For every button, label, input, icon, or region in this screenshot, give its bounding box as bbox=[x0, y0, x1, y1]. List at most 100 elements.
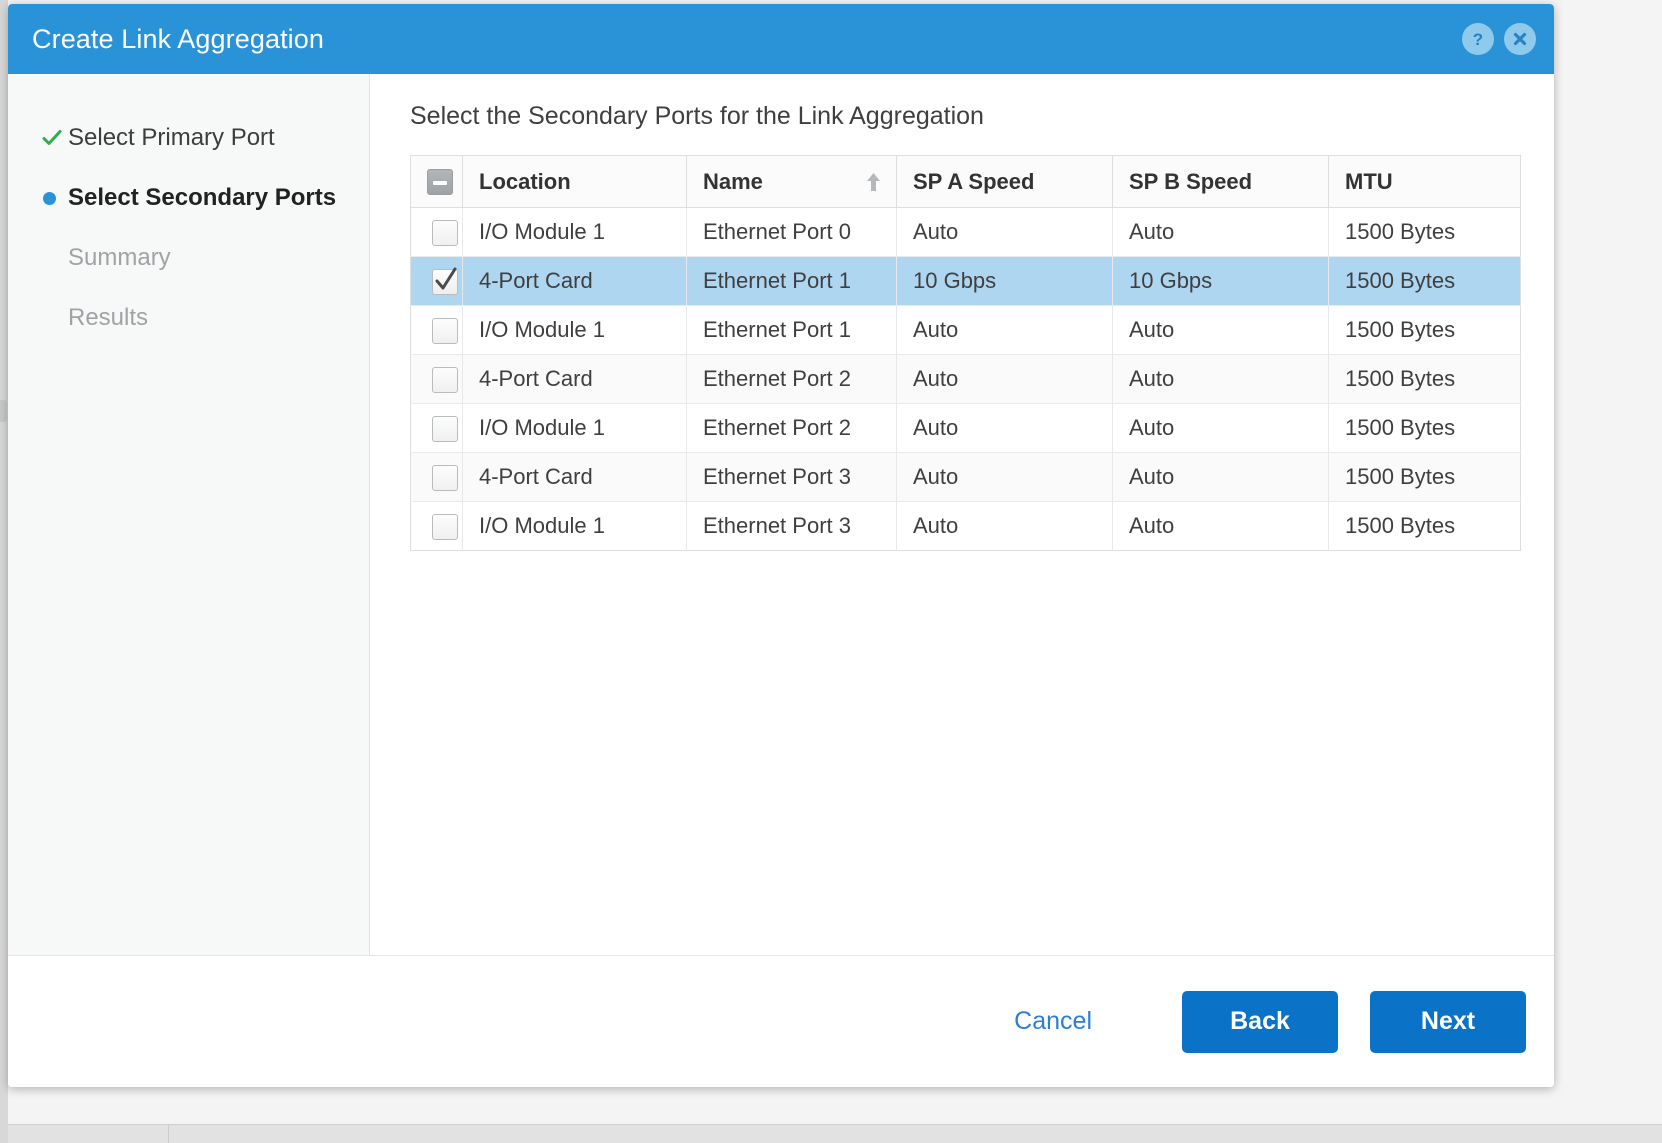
sidebar-step-select-secondary-ports[interactable]: Select Secondary Ports bbox=[8, 168, 369, 228]
column-header-name[interactable]: Name bbox=[686, 155, 897, 209]
cell-sp-a-speed: Auto bbox=[896, 403, 1113, 454]
cell-location: I/O Module 1 bbox=[462, 207, 687, 258]
column-header-location[interactable]: Location bbox=[462, 155, 687, 209]
cell-sp-b-speed: Auto bbox=[1112, 354, 1329, 405]
row-select-cell[interactable] bbox=[410, 305, 463, 356]
cell-sp-a-speed: Auto bbox=[896, 452, 1113, 503]
row-checkbox[interactable] bbox=[431, 366, 458, 393]
select-all-checkbox[interactable] bbox=[427, 169, 453, 196]
wizard-step-sidebar: Select Primary Port Select Secondary Por… bbox=[8, 74, 370, 955]
cell-name: Ethernet Port 2 bbox=[686, 403, 897, 454]
row-checkbox[interactable] bbox=[431, 317, 458, 344]
cell-sp-a-speed: Auto bbox=[896, 501, 1113, 551]
cell-sp-b-speed: Auto bbox=[1112, 501, 1329, 551]
create-link-aggregation-dialog: Create Link Aggregation ? Select Primary… bbox=[8, 4, 1554, 1087]
cell-mtu: 1500 Bytes bbox=[1328, 256, 1521, 307]
row-select-cell[interactable] bbox=[410, 256, 463, 307]
row-select-cell[interactable] bbox=[410, 354, 463, 405]
check-icon bbox=[42, 108, 68, 168]
column-header-sp-a-speed[interactable]: SP A Speed bbox=[896, 155, 1113, 209]
sidebar-step-label: Summary bbox=[68, 244, 171, 271]
table-row[interactable]: I/O Module 1 Ethernet Port 1 Auto Auto 1500 … bbox=[410, 305, 1521, 356]
row-select-cell[interactable] bbox=[410, 207, 463, 258]
dialog-content: Select the Secondary Ports for the Link … bbox=[370, 74, 1554, 955]
table-row[interactable]: 4-Port Card Ethernet Port 1 10 Gbps 10 Gbps… bbox=[410, 256, 1521, 307]
cell-name: Ethernet Port 0 bbox=[686, 207, 897, 258]
dialog-footer: Cancel Back Next bbox=[8, 955, 1554, 1087]
cell-location: I/O Module 1 bbox=[462, 305, 687, 356]
dot-icon bbox=[42, 168, 68, 228]
cell-mtu: 1500 Bytes bbox=[1328, 452, 1521, 503]
sidebar-step-results[interactable]: Results bbox=[8, 288, 369, 348]
cell-mtu: 1500 Bytes bbox=[1328, 403, 1521, 454]
sort-ascending-icon bbox=[867, 172, 880, 191]
column-header-sp-b-speed[interactable]: SP B Speed bbox=[1112, 155, 1329, 209]
background-divider bbox=[168, 1125, 169, 1143]
dialog-body: Select Primary Port Select Secondary Por… bbox=[8, 74, 1554, 955]
row-checkbox[interactable] bbox=[431, 219, 458, 246]
content-heading: Select the Secondary Ports for the Link … bbox=[410, 102, 984, 130]
sidebar-step-label: Results bbox=[68, 304, 149, 331]
cell-location: I/O Module 1 bbox=[462, 501, 687, 551]
cell-location: 4-Port Card bbox=[462, 452, 687, 503]
table-row[interactable]: 4-Port Card Ethernet Port 2 Auto Auto 1500 B… bbox=[410, 354, 1521, 405]
secondary-ports-table: Location Name SP A Speed SP B Speed MTU … bbox=[410, 155, 1521, 552]
cell-sp-a-speed: Auto bbox=[896, 207, 1113, 258]
next-button[interactable]: Next bbox=[1370, 990, 1526, 1053]
table-row[interactable]: I/O Module 1 Ethernet Port 3 Auto Auto 1500 … bbox=[410, 501, 1521, 551]
cell-sp-b-speed: Auto bbox=[1112, 452, 1329, 503]
cell-sp-b-speed: 10 Gbps bbox=[1112, 256, 1329, 307]
dialog-title: Create Link Aggregation bbox=[32, 23, 324, 54]
select-all-header[interactable] bbox=[410, 155, 463, 209]
column-header-label: Name bbox=[703, 168, 763, 194]
column-header-label: MTU bbox=[1345, 168, 1393, 194]
cell-mtu: 1500 Bytes bbox=[1328, 354, 1521, 405]
row-select-cell[interactable] bbox=[410, 403, 463, 454]
cell-name: Ethernet Port 3 bbox=[686, 452, 897, 503]
background-left-strip bbox=[0, 0, 8, 1143]
help-icon[interactable]: ? bbox=[1462, 23, 1494, 55]
sidebar-step-label: Select Primary Port bbox=[68, 124, 275, 151]
dialog-title-bar: Create Link Aggregation ? bbox=[8, 4, 1554, 74]
cell-name: Ethernet Port 2 bbox=[686, 354, 897, 405]
sidebar-step-select-primary-port[interactable]: Select Primary Port bbox=[8, 108, 369, 168]
close-icon[interactable] bbox=[1504, 23, 1536, 55]
cell-sp-b-speed: Auto bbox=[1112, 207, 1329, 258]
cell-mtu: 1500 Bytes bbox=[1328, 207, 1521, 258]
cell-name: Ethernet Port 3 bbox=[686, 501, 897, 551]
cell-sp-a-speed: 10 Gbps bbox=[896, 256, 1113, 307]
row-select-cell[interactable] bbox=[410, 501, 463, 551]
step-marker-empty bbox=[42, 228, 68, 288]
row-checkbox[interactable] bbox=[431, 464, 458, 491]
column-header-label: SP A Speed bbox=[913, 168, 1035, 194]
svg-text:?: ? bbox=[1473, 30, 1483, 49]
cell-name: Ethernet Port 1 bbox=[686, 256, 897, 307]
background-left-handle bbox=[0, 400, 7, 422]
cell-sp-b-speed: Auto bbox=[1112, 403, 1329, 454]
column-header-mtu[interactable]: MTU bbox=[1328, 155, 1521, 209]
row-checkbox[interactable] bbox=[431, 267, 458, 295]
cell-sp-a-speed: Auto bbox=[896, 305, 1113, 356]
row-checkbox[interactable] bbox=[431, 415, 458, 442]
table-row[interactable]: I/O Module 1 Ethernet Port 2 Auto Auto 1500 … bbox=[410, 403, 1521, 454]
cell-location: 4-Port Card bbox=[462, 256, 687, 307]
cell-sp-a-speed: Auto bbox=[896, 354, 1113, 405]
table-row[interactable]: I/O Module 1 Ethernet Port 0 Auto Auto 1500 … bbox=[410, 207, 1521, 258]
table-header-row: Location Name SP A Speed SP B Speed MTU bbox=[410, 155, 1521, 209]
cancel-button[interactable]: Cancel bbox=[1014, 1007, 1092, 1036]
cell-location: 4-Port Card bbox=[462, 354, 687, 405]
column-header-label: Location bbox=[479, 168, 571, 194]
table-row[interactable]: 4-Port Card Ethernet Port 3 Auto Auto 1500 B… bbox=[410, 452, 1521, 503]
step-marker-empty bbox=[42, 288, 68, 348]
sidebar-step-summary[interactable]: Summary bbox=[8, 228, 369, 288]
cell-mtu: 1500 Bytes bbox=[1328, 501, 1521, 551]
row-select-cell[interactable] bbox=[410, 452, 463, 503]
cell-location: I/O Module 1 bbox=[462, 403, 687, 454]
cell-mtu: 1500 Bytes bbox=[1328, 305, 1521, 356]
sidebar-step-label: Select Secondary Ports bbox=[68, 184, 337, 211]
back-button[interactable]: Back bbox=[1182, 990, 1338, 1053]
column-header-label: SP B Speed bbox=[1129, 168, 1253, 194]
cell-name: Ethernet Port 1 bbox=[686, 305, 897, 356]
cell-sp-b-speed: Auto bbox=[1112, 305, 1329, 356]
row-checkbox[interactable] bbox=[431, 513, 458, 540]
